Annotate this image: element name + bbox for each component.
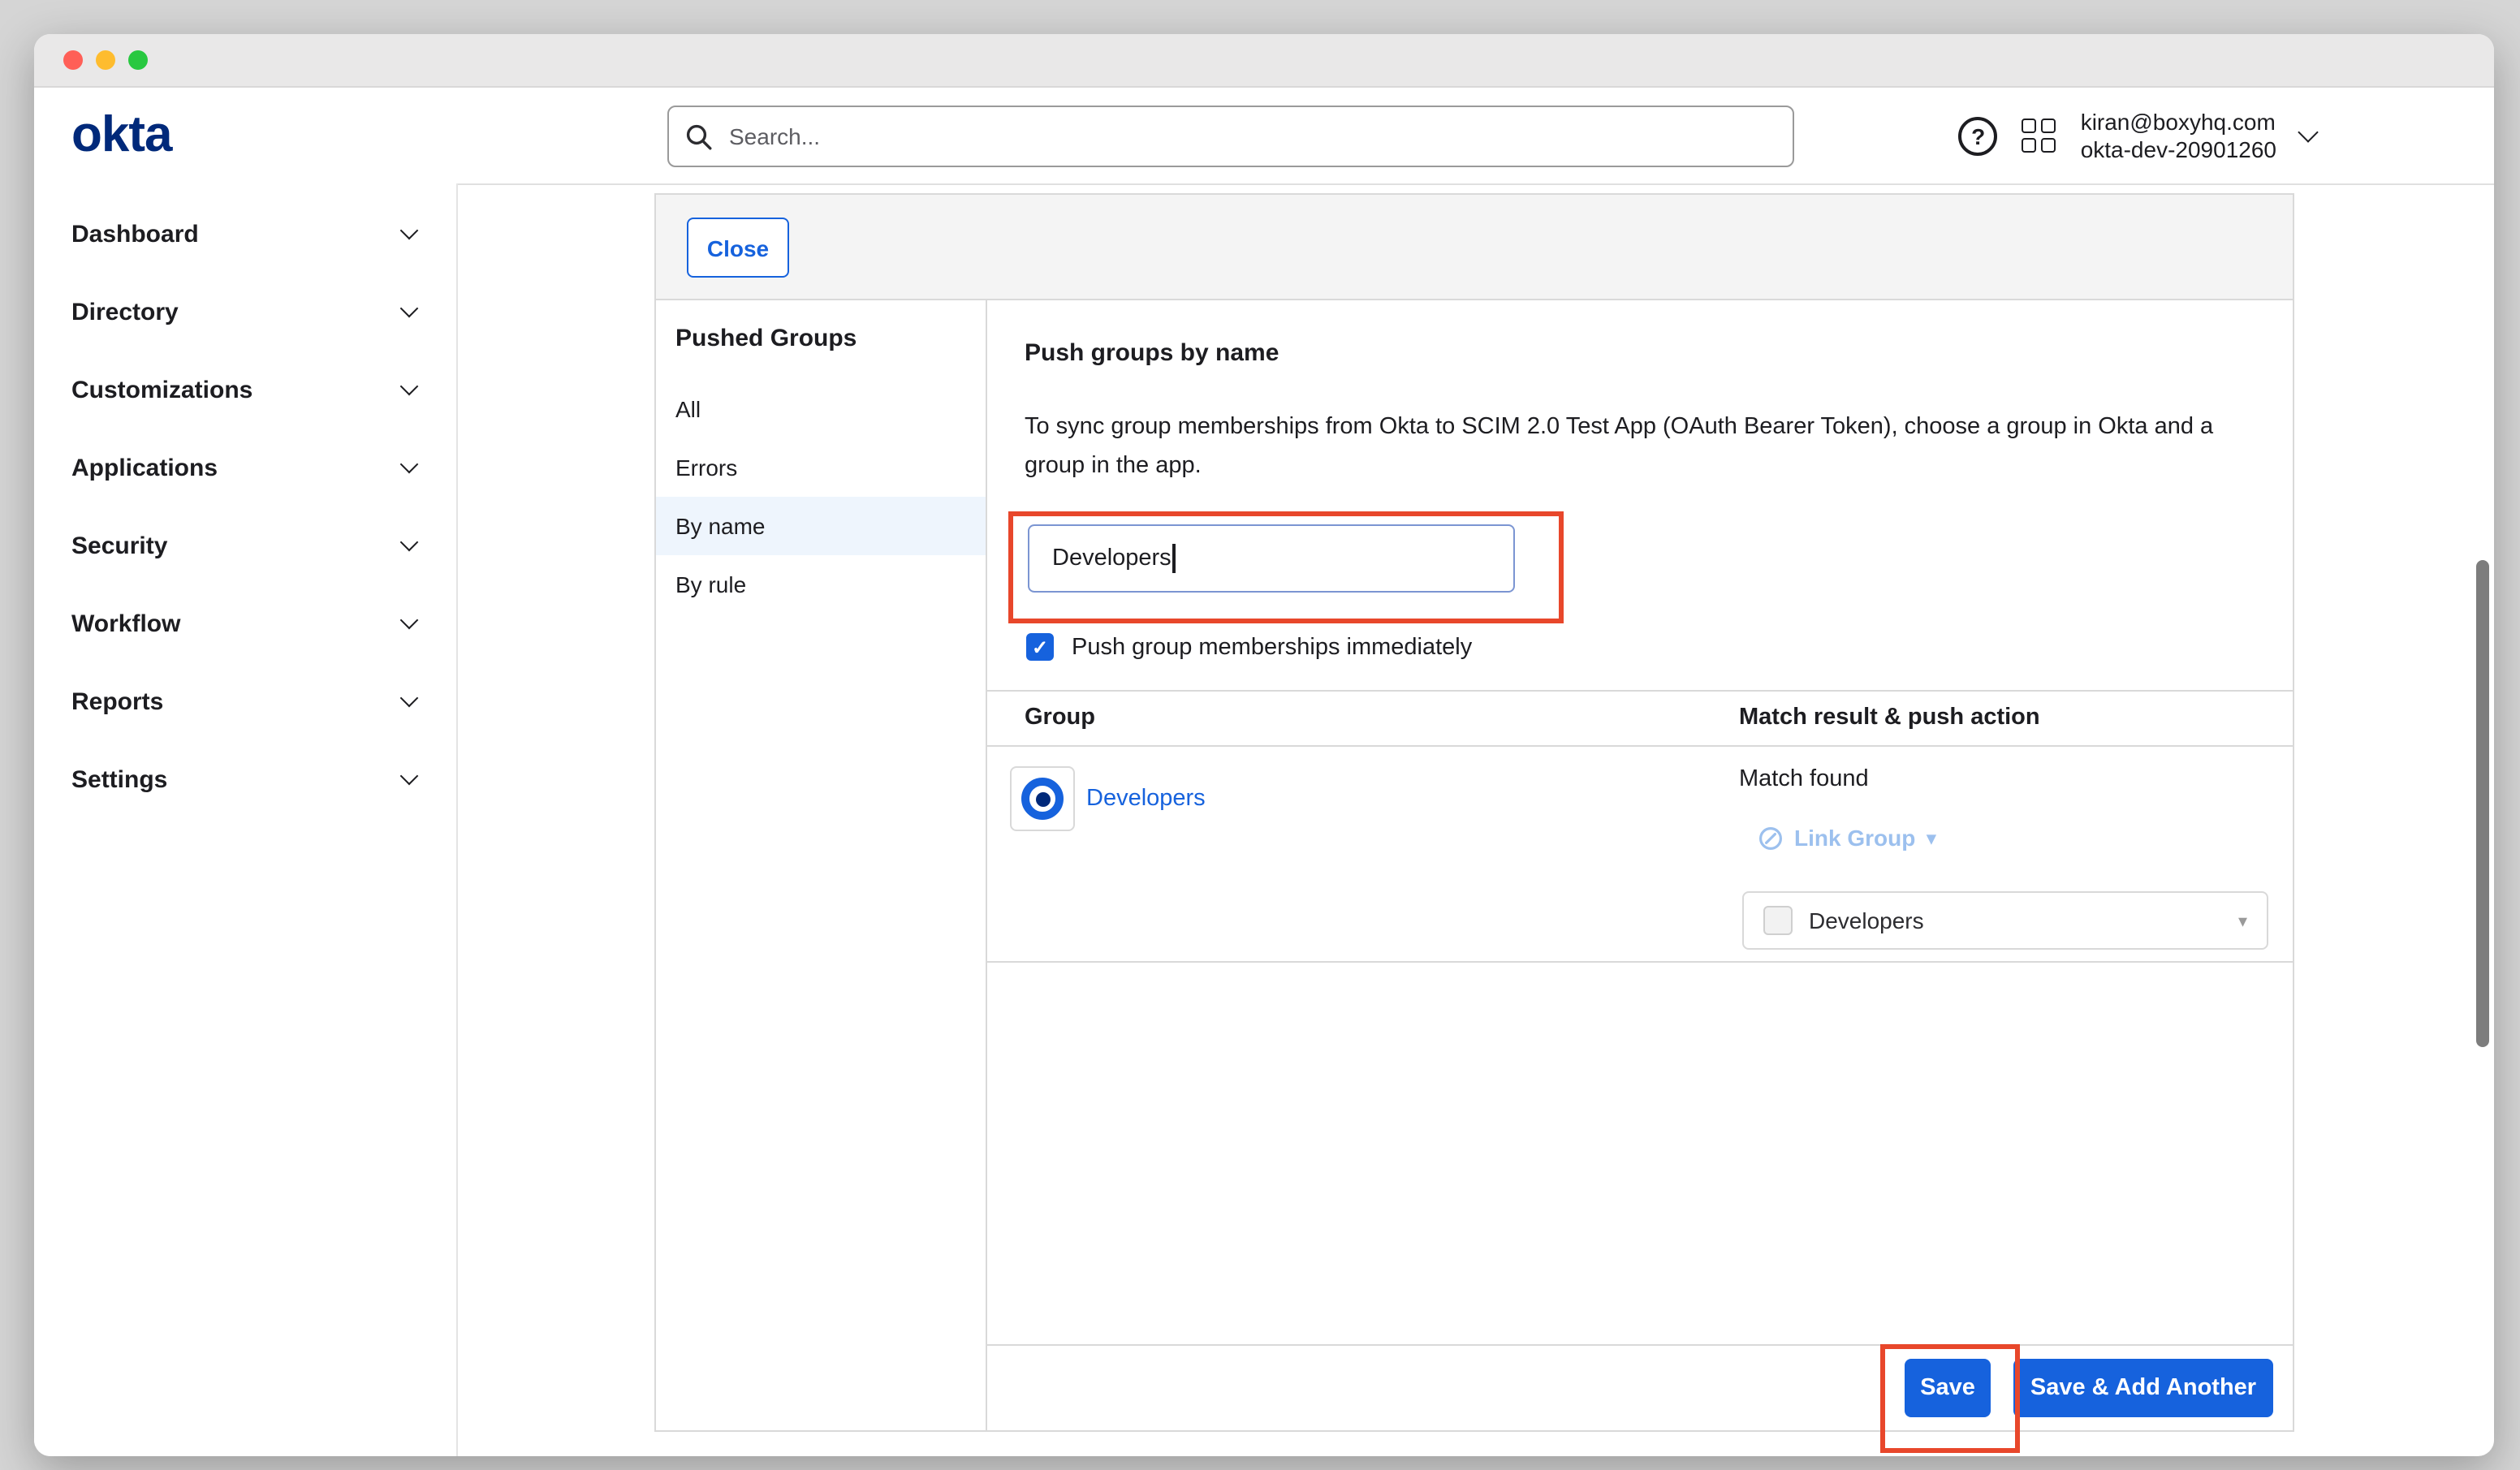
window-titlebar: [34, 34, 2494, 88]
sidebar-item-label: Dashboard: [71, 220, 199, 248]
chevron-down-icon: [400, 611, 419, 630]
header-right-cluster: ? kiran@boxyhq.com okta-dev-20901260: [1959, 88, 2315, 183]
sidebar-item-label: Reports: [71, 688, 163, 715]
sidebar-item-label: Security: [71, 532, 167, 559]
chevron-down-icon: ▾: [2238, 910, 2247, 931]
match-group-select[interactable]: Developers ▾: [1742, 891, 2268, 950]
match-status: Match found: [1739, 766, 1869, 792]
sidebar-item-settings[interactable]: Settings: [34, 740, 456, 818]
caret-down-icon: ▾: [1927, 827, 1935, 848]
panel-toolbar: Close: [656, 195, 2293, 300]
account-email: kiran@boxyhq.com: [2081, 108, 2276, 136]
push-immediately-checkbox[interactable]: ✓: [1026, 633, 1054, 661]
sidebar-item-label: Applications: [71, 454, 218, 481]
help-icon[interactable]: ?: [1959, 116, 1998, 155]
sidebar-item-customizations[interactable]: Customizations: [34, 351, 456, 429]
push-groups-panel: Close Pushed Groups All Errors By name B…: [654, 193, 2294, 1432]
close-button[interactable]: Close: [687, 218, 789, 278]
sidebar-item-label: Customizations: [71, 376, 252, 403]
group-name-input[interactable]: Developers: [1028, 524, 1515, 593]
column-match-result: Match result & push action: [1739, 705, 2040, 731]
panel-footer: Save Save & Add Another: [987, 1344, 2293, 1430]
sidebar-item-security[interactable]: Security: [34, 507, 456, 584]
chevron-down-icon: [400, 767, 419, 786]
subnav-item-by-name[interactable]: By name: [656, 497, 986, 555]
link-group-action[interactable]: Link Group ▾: [1758, 825, 1935, 851]
table-row: Developers Match found Link Group ▾: [987, 747, 2293, 963]
search-icon: [685, 123, 713, 150]
chevron-down-icon: [400, 533, 419, 552]
subnav-title: Pushed Groups: [656, 300, 986, 356]
column-group: Group: [1025, 705, 1095, 731]
page-title: Push groups by name: [1025, 339, 1279, 367]
stage: okta ? kiran@boxyhq.com okta-dev-2090126…: [0, 0, 2520, 1470]
match-select-value: Developers: [1809, 907, 1924, 933]
group-name-link[interactable]: Developers: [1086, 786, 1206, 812]
chevron-down-icon: [400, 689, 419, 708]
push-immediately-row: ✓ Push group memberships immediately: [1026, 633, 1472, 661]
close-window-button[interactable]: [63, 50, 83, 70]
chevron-down-icon[interactable]: [2298, 122, 2318, 142]
sidebar-item-label: Settings: [71, 765, 167, 793]
sidebar-item-directory[interactable]: Directory: [34, 273, 456, 351]
link-group-label: Link Group: [1794, 825, 1915, 851]
minimize-window-button[interactable]: [96, 50, 115, 70]
save-button[interactable]: Save: [1905, 1359, 1991, 1417]
chevron-down-icon: [400, 300, 419, 318]
group-avatar: [1010, 766, 1075, 831]
table-header: Group Match result & push action: [987, 690, 2293, 747]
zoom-window-button[interactable]: [128, 50, 148, 70]
subnav-item-errors[interactable]: Errors: [656, 438, 986, 497]
browser-window: okta ? kiran@boxyhq.com okta-dev-2090126…: [34, 34, 2494, 1456]
page-description: To sync group memberships from Okta to S…: [1025, 407, 2234, 485]
group-ring-icon: [1021, 778, 1064, 820]
sidebar-item-workflow[interactable]: Workflow: [34, 584, 456, 662]
panel-body: Pushed Groups All Errors By name By rule…: [656, 300, 2293, 1430]
search-input[interactable]: [726, 122, 1776, 151]
apps-grid-icon[interactable]: [2022, 119, 2056, 153]
push-by-name-content: Push groups by name To sync group member…: [987, 300, 2293, 1430]
group-name-input-value: Developers: [1052, 545, 1172, 571]
account-menu[interactable]: kiran@boxyhq.com okta-dev-20901260: [2081, 108, 2276, 163]
save-and-add-another-button[interactable]: Save & Add Another: [2013, 1359, 2273, 1417]
push-immediately-label: Push group memberships immediately: [1072, 634, 1472, 660]
okta-logo[interactable]: okta: [71, 106, 172, 164]
app-header: okta ? kiran@boxyhq.com okta-dev-2090126…: [34, 88, 2494, 185]
scrollbar-thumb[interactable]: [2476, 560, 2489, 1047]
sidebar-item-label: Workflow: [71, 610, 180, 637]
chevron-down-icon: [400, 455, 419, 474]
sidebar-item-dashboard[interactable]: Dashboard: [34, 195, 456, 273]
subnav-item-all[interactable]: All: [656, 380, 986, 438]
pushed-groups-subnav: Pushed Groups All Errors By name By rule: [656, 300, 987, 1430]
text-cursor: [1173, 544, 1176, 573]
chevron-down-icon: [400, 222, 419, 240]
select-checkbox-icon: [1763, 906, 1793, 935]
sidebar-item-reports[interactable]: Reports: [34, 662, 456, 740]
sidebar-item-label: Directory: [71, 298, 179, 325]
subnav-item-by-rule[interactable]: By rule: [656, 555, 986, 614]
account-org: okta-dev-20901260: [2081, 136, 2276, 163]
chevron-down-icon: [400, 377, 419, 396]
sidebar-item-applications[interactable]: Applications: [34, 429, 456, 507]
link-icon: [1758, 826, 1783, 850]
global-search[interactable]: [667, 106, 1794, 167]
sidebar: Dashboard Directory Customizations Appli…: [34, 183, 458, 1456]
